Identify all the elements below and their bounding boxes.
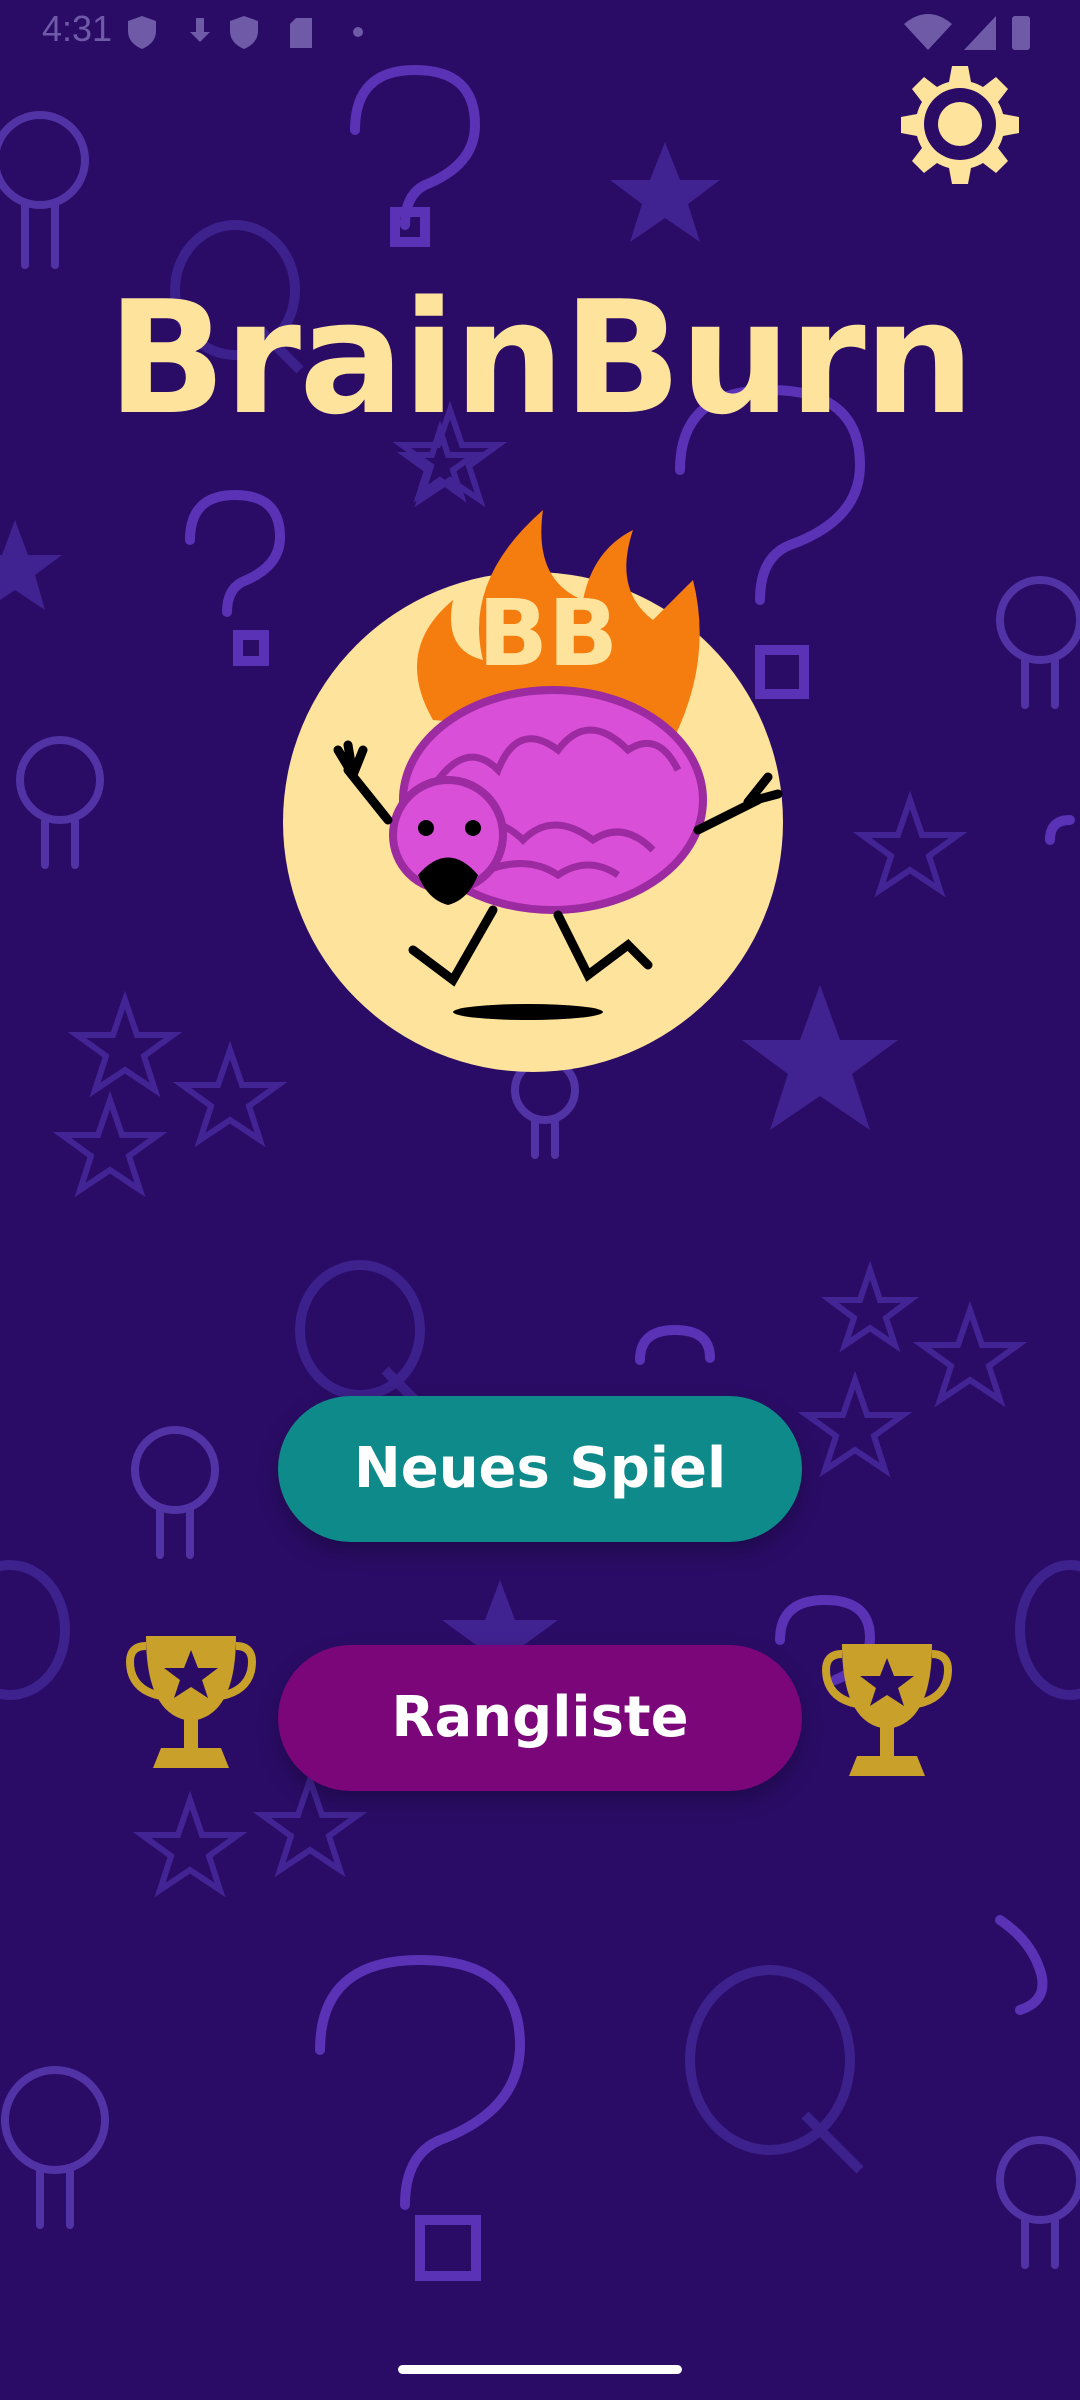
ground-shadow (453, 1004, 603, 1020)
trophy-icon (822, 1644, 952, 1776)
download-icon (190, 18, 210, 42)
status-system-icons (904, 14, 1030, 50)
signal-icon (964, 16, 996, 50)
shield-icon (128, 16, 156, 49)
gear-icon (901, 66, 1019, 184)
leaderboard-button[interactable]: Rangliste (278, 1645, 802, 1791)
battery-icon (1012, 16, 1030, 50)
brainburn-logo: BB (283, 510, 783, 1072)
status-time: 4:31 (42, 8, 113, 49)
play-protect-icon (230, 16, 258, 49)
settings-button[interactable] (898, 62, 1022, 186)
trophy-icon (126, 1636, 256, 1768)
dot-icon (353, 27, 363, 37)
home-indicator[interactable] (398, 2365, 682, 2374)
app-title: BrainBurn (107, 267, 975, 449)
new-game-button[interactable]: Neues Spiel (278, 1396, 802, 1542)
sd-card-icon (290, 18, 312, 48)
logo-text: BB (478, 580, 618, 687)
brain-icon (389, 686, 707, 914)
wifi-icon (904, 14, 952, 50)
status-notification-icons (128, 16, 363, 49)
main-menu-screen: 4:31 BrainBurn BB Neues Spiel Rangliste (0, 0, 1080, 2400)
status-bar: 4:31 (0, 0, 1080, 64)
